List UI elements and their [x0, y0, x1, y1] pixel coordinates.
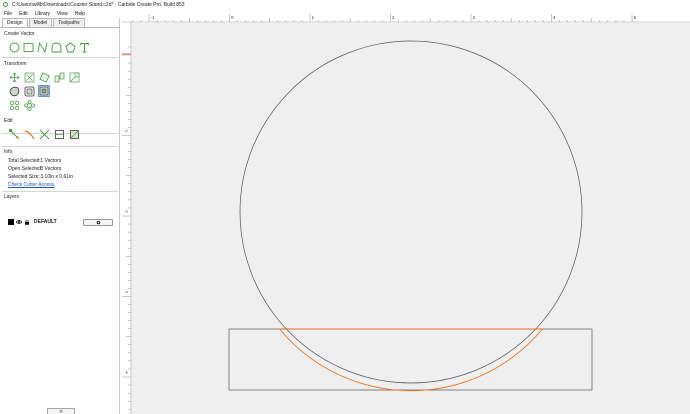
selected-size-row: Selected Size: 3.10in x 0.61in	[8, 174, 73, 180]
selected-size-label: Selected Size:	[8, 174, 40, 180]
transform-tools-row-3	[8, 99, 35, 111]
node-edit-tool[interactable]	[8, 128, 20, 140]
mirror-tool[interactable]	[53, 71, 65, 83]
grid-array-tool[interactable]	[23, 99, 35, 111]
divider	[2, 57, 118, 58]
boolean-icon	[39, 86, 49, 96]
title-bar: C:\Users\willb\Downloads\Coaster Stand.c…	[0, 0, 690, 9]
offset-tool[interactable]	[23, 85, 35, 97]
check-cutter-access-link[interactable]: Check Cutter Access	[8, 182, 54, 188]
expand-panel-button[interactable]: »	[47, 408, 75, 414]
menu-file[interactable]: File	[1, 11, 15, 17]
scale-tool[interactable]	[23, 71, 35, 83]
ruler-label-x: -1	[151, 15, 155, 20]
rectangle-tool[interactable]	[22, 41, 34, 53]
boolean-tool[interactable]	[38, 85, 50, 97]
menu-view[interactable]: View	[54, 11, 71, 17]
polyline-tool[interactable]	[36, 41, 48, 53]
total-selected-row: Total Selected: 1 Vectors	[8, 158, 61, 164]
design-side-panel: Design Model Toolpaths Create Vector Tra…	[0, 18, 120, 414]
gear-icon	[96, 220, 100, 225]
rotate-icon	[38, 71, 50, 83]
trim-icon	[24, 129, 35, 139]
align-icon	[69, 72, 79, 82]
fillet-tool[interactable]	[68, 128, 80, 140]
scale-icon	[24, 72, 34, 82]
create-vector-tools	[8, 41, 90, 53]
move-icon	[9, 72, 19, 82]
design-canvas-area[interactable]: -1 0 1 2 3 4 5 -1 -2 -3 -4	[122, 14, 690, 414]
layers-heading: Layers	[4, 194, 20, 200]
open-selected-label: Open Selected:	[8, 166, 43, 172]
join-icon	[54, 129, 64, 139]
design-canvas[interactable]: -1 0 1 2 3 4 5-1-2-3-4	[122, 14, 690, 414]
create-vector-heading: Create Vector	[4, 31, 35, 37]
cut-tool[interactable]	[38, 128, 50, 140]
edit-heading: Edit	[4, 118, 13, 124]
menu-library[interactable]: Library	[32, 11, 53, 17]
tab-toolpaths[interactable]: Toolpaths	[53, 18, 85, 27]
cut-icon	[39, 129, 49, 139]
layer-row-default[interactable]: DEFAULT	[8, 219, 57, 225]
offset-icon	[24, 86, 34, 96]
transform-heading: Transform	[4, 61, 27, 67]
app-icon	[3, 2, 8, 7]
edit-tools	[8, 128, 80, 140]
transform-tools-row-2	[8, 85, 50, 97]
transform-tools-row-1	[8, 71, 80, 83]
window-title: C:\Users\willb\Downloads\Coaster Stand.c…	[12, 1, 185, 8]
trim-tool[interactable]	[23, 128, 35, 140]
tab-border	[0, 27, 120, 28]
circular-array-tool[interactable]	[8, 99, 20, 111]
vertical-ruler	[122, 22, 131, 414]
mirror-icon	[54, 72, 64, 82]
polygon-icon	[64, 41, 76, 52]
info-heading: Info	[4, 149, 13, 155]
divider	[2, 191, 118, 192]
curve-icon	[51, 42, 61, 52]
blob-icon	[9, 86, 19, 96]
open-selected-row: Open Selected: 0 Vectors	[8, 166, 61, 172]
open-selected-value: 0 Vectors	[40, 166, 62, 172]
horizontal-ruler	[122, 14, 690, 22]
fillet-icon	[69, 129, 79, 139]
menu-edit[interactable]: Edit	[16, 11, 31, 17]
layer-settings-button[interactable]	[83, 219, 113, 226]
circle-tool[interactable]	[8, 41, 20, 53]
join-tool[interactable]	[53, 128, 65, 140]
curve-tool[interactable]	[50, 41, 62, 53]
eye-icon[interactable]	[16, 219, 22, 225]
rotate-tool[interactable]	[38, 71, 50, 83]
canvas-background	[132, 23, 690, 414]
circular-array-icon	[9, 100, 19, 110]
layer-color-swatch[interactable]	[8, 219, 14, 225]
align-tool[interactable]	[68, 71, 80, 83]
lock-icon[interactable]	[24, 219, 30, 225]
polygon-tool[interactable]	[64, 41, 76, 53]
node-edit-icon	[8, 128, 19, 139]
text-tool[interactable]	[78, 41, 90, 53]
tab-model[interactable]: Model	[28, 18, 53, 27]
layer-name: DEFAULT	[34, 219, 57, 225]
total-selected-value: 1 Vectors	[40, 158, 62, 164]
selected-size-value: 3.10in x 0.61in	[40, 174, 73, 180]
menu-help[interactable]: Help	[72, 11, 88, 17]
panel-tabs: Design Model Toolpaths	[2, 18, 86, 27]
blob-tool[interactable]	[8, 85, 20, 97]
move-tool[interactable]	[8, 71, 20, 83]
divider	[2, 146, 118, 147]
rectangle-icon	[23, 42, 33, 52]
grid-array-icon	[23, 99, 35, 111]
total-selected-label: Total Selected:	[8, 158, 41, 164]
tab-design[interactable]: Design	[2, 18, 28, 27]
text-icon	[79, 42, 89, 52]
polyline-icon	[37, 41, 47, 53]
circle-icon	[9, 42, 19, 52]
